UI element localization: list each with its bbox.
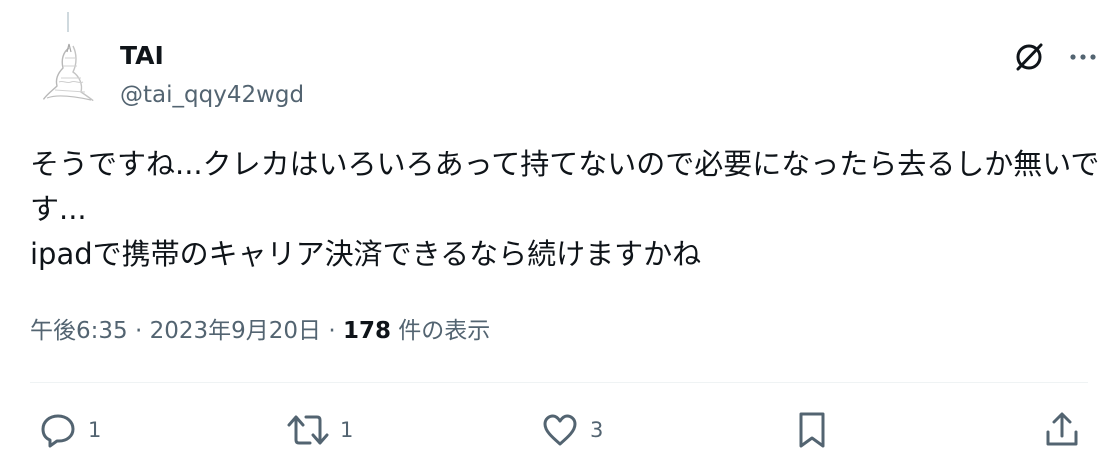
thread-line: [67, 12, 69, 32]
bookmark-button[interactable]: [792, 410, 832, 450]
tweet-timestamp[interactable]: 午後6:35 · 2023年9月20日: [30, 318, 321, 344]
repost-button[interactable]: 1: [286, 410, 353, 450]
like-button[interactable]: 3: [540, 410, 603, 450]
avatar[interactable]: [33, 38, 105, 110]
tweet-top-actions: [1012, 40, 1098, 74]
share-icon: [1046, 412, 1078, 446]
more-button[interactable]: [1068, 42, 1098, 72]
reply-icon: [41, 414, 75, 448]
repost-count: 1: [340, 418, 354, 442]
display-name[interactable]: TAI: [120, 40, 164, 72]
heart-icon: [543, 414, 577, 446]
reply-button[interactable]: 1: [38, 410, 101, 450]
sketch-avatar-icon: [42, 43, 98, 105]
views-label: 件の表示: [390, 318, 491, 344]
divider: [30, 382, 1088, 383]
bookmark-icon: [799, 412, 825, 448]
user-handle[interactable]: @tai_qqy42wgd: [120, 80, 304, 110]
grok-icon: [1016, 43, 1043, 71]
reply-count: 1: [88, 418, 102, 442]
views-count[interactable]: 178: [343, 318, 391, 344]
tweet-actions: 1 1 3: [0, 410, 1118, 450]
like-count: 3: [590, 418, 604, 442]
share-button[interactable]: [1042, 410, 1082, 450]
more-icon: [1070, 54, 1096, 60]
grok-button[interactable]: [1012, 40, 1046, 74]
tweet-text: そうですね...クレカはいろいろあって持てないので必要になったら去るしか無いです…: [30, 147, 1100, 271]
tweet-meta: 午後6:35 · 2023年9月20日 · 178 件の表示: [30, 314, 490, 348]
repost-icon: [287, 415, 329, 445]
meta-separator: ·: [321, 318, 343, 344]
